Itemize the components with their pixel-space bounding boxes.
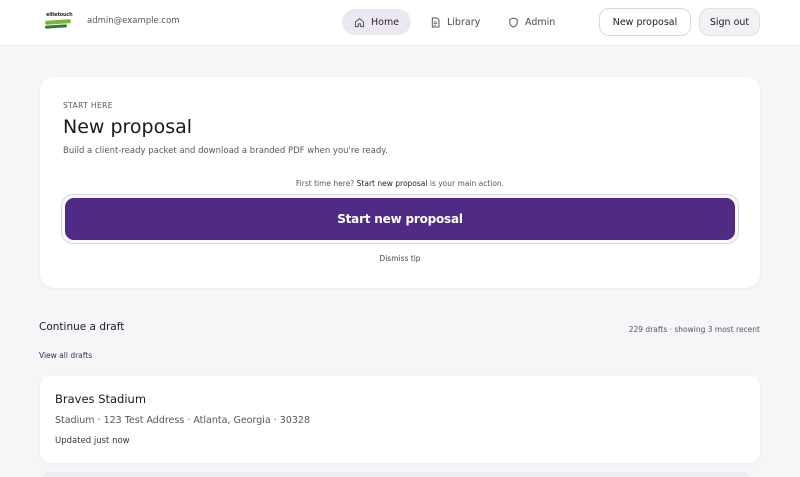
document-icon [431, 16, 440, 28]
sign-out-button[interactable]: Sign out [699, 8, 760, 36]
new-proposal-button-label: New proposal [612, 16, 678, 28]
dismiss-tip-link[interactable]: Dismiss tip [40, 254, 760, 263]
page-title: New proposal [63, 116, 193, 138]
user-email: admin@example.com [87, 16, 180, 26]
first-time-tip: First time here? Start new proposal is y… [40, 179, 760, 188]
draft-updated: Updated just now [55, 436, 130, 446]
home-icon [354, 17, 365, 27]
draft-name: Braves Stadium [55, 392, 147, 406]
nav-library[interactable]: Library [418, 9, 492, 35]
logo-wordmark: elitetouch [46, 12, 73, 18]
tip-prefix: First time here? [295, 179, 357, 188]
logo-swoosh [44, 24, 68, 29]
start-new-proposal-button[interactable]: Start new proposal [65, 198, 735, 240]
draft-card[interactable]: Braves Stadium Stadium · 123 Test Addres… [40, 376, 760, 463]
tip-suffix: is your main action. [427, 179, 505, 188]
draft-meta: Stadium · 123 Test Address · Atlanta, Ge… [55, 415, 311, 426]
sign-out-button-label: Sign out [709, 16, 750, 28]
tip-highlight: Start new proposal [356, 179, 428, 188]
new-proposal-card: START HERE New proposal Build a client-r… [40, 77, 760, 288]
page-subtitle: Build a client-ready packet and download… [63, 146, 388, 156]
nav-home[interactable]: Home [342, 9, 412, 35]
drafts-section-title: Continue a draft [39, 321, 125, 333]
nav-library-label: Library [447, 16, 481, 28]
nav-admin-label: Admin [525, 16, 556, 28]
new-proposal-button[interactable]: New proposal [599, 8, 691, 36]
draft-card-partial[interactable] [40, 472, 752, 477]
nav-admin[interactable]: Admin [496, 9, 567, 35]
company-logo[interactable]: elitetouch [43, 11, 73, 33]
eyebrow-label: START HERE [63, 101, 113, 110]
view-all-drafts-link[interactable]: View all drafts [39, 351, 92, 360]
shield-icon [509, 16, 518, 28]
nav-home-label: Home [371, 16, 400, 28]
top-navigation-bar: elitetouch admin@example.com Home Librar… [0, 0, 800, 46]
drafts-count: 229 drafts · showing 3 most recent [628, 325, 760, 334]
start-new-proposal-label: Start new proposal [337, 212, 463, 226]
